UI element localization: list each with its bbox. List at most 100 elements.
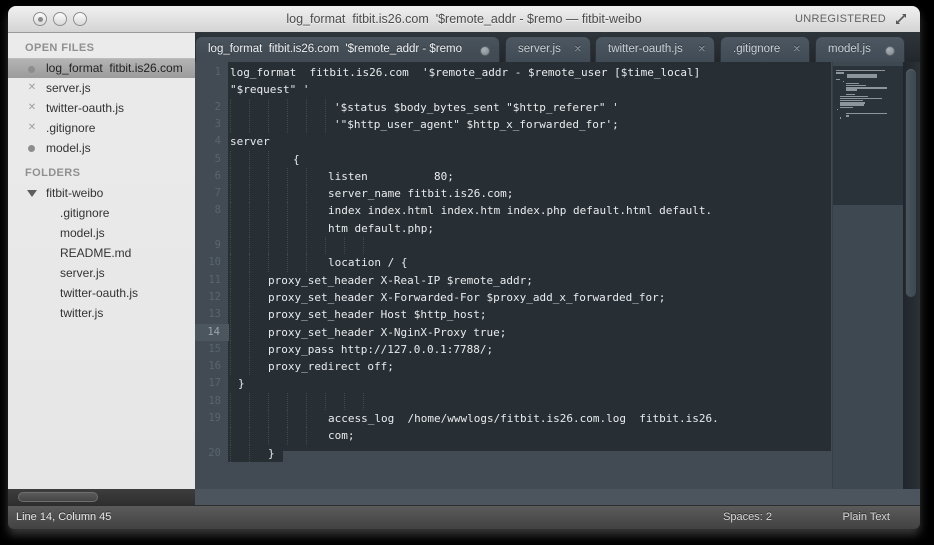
app-window: log_format fitbit.is26.com '$remote_addr…	[8, 6, 920, 529]
folder-file-item[interactable]: twitter.js	[8, 303, 195, 323]
folder-file-item[interactable]: .gitignore	[8, 203, 195, 223]
line-number: 11	[195, 272, 229, 289]
close-button[interactable]	[33, 12, 47, 26]
code-line: "$request" '	[230, 81, 309, 99]
indent-guide	[268, 410, 269, 427]
indent-guide	[287, 116, 288, 133]
close-file-icon[interactable]: ✕	[26, 102, 38, 114]
editor-bottom-strip	[195, 489, 920, 505]
tab[interactable]: model.js	[815, 36, 905, 62]
code-line: proxy_set_header X-Real-IP $remote_addr;	[268, 272, 533, 290]
line-number: 17	[195, 375, 229, 392]
indent-guide	[306, 237, 307, 254]
close-file-icon[interactable]: ✕	[26, 82, 38, 94]
open-file-item[interactable]: log_format fitbit.is26.com	[8, 58, 195, 78]
indent-guide	[287, 99, 288, 116]
indent-guide	[249, 220, 250, 237]
close-tab-icon[interactable]: ✕	[793, 37, 801, 62]
indent-guide	[249, 168, 250, 185]
code-line: server_name fitbit.is26.com;	[328, 185, 513, 203]
indent-guide	[325, 99, 326, 116]
tab-label: server.js	[518, 37, 566, 62]
indent-guide	[230, 237, 231, 254]
indent-guide	[249, 151, 250, 168]
line-number: 9	[195, 237, 229, 254]
indent-guide	[268, 237, 269, 254]
folder-label: fitbit-weibo	[46, 186, 103, 200]
indent-guide	[249, 237, 250, 254]
vertical-scrollbar-thumb[interactable]	[905, 68, 917, 298]
line-number: 8	[195, 202, 229, 219]
close-file-icon[interactable]: ✕	[26, 122, 38, 134]
folder-file-item[interactable]: README.md	[8, 243, 195, 263]
tab-bar: log_format fitbit.is26.com '$remote_addr…	[195, 32, 920, 62]
minimap[interactable]	[832, 62, 903, 489]
folder-file-item[interactable]: model.js	[8, 223, 195, 243]
open-file-item[interactable]: ✕.gitignore	[8, 118, 195, 138]
indent-guide	[287, 168, 288, 185]
indent-guide	[306, 427, 307, 444]
indent-guide	[230, 168, 231, 185]
indent-guide	[268, 151, 269, 168]
tab[interactable]: .gitignore✕	[720, 36, 810, 62]
indent-guide	[363, 393, 364, 410]
code-line: proxy_set_header X-Forwarded-For $proxy_…	[268, 289, 665, 307]
indent-guide	[230, 324, 231, 341]
indent-guide	[325, 237, 326, 254]
line-number: 2	[195, 99, 229, 116]
code-line: proxy_redirect off;	[268, 358, 394, 376]
tab[interactable]: log_format fitbit.is26.com '$remote_addr…	[195, 36, 500, 62]
line-number	[195, 220, 229, 237]
code-line: }	[238, 375, 245, 393]
vertical-scrollbar[interactable]	[903, 62, 920, 489]
sidebar-horizontal-scrollbar[interactable]	[8, 489, 195, 505]
line-number: 4	[195, 133, 229, 150]
minimap-line	[846, 113, 887, 114]
indent-guide	[268, 393, 269, 410]
close-tab-icon[interactable]: ✕	[698, 37, 706, 62]
indent-guide	[249, 427, 250, 444]
sidebar-scrollbar-thumb[interactable]	[18, 492, 98, 502]
indent-guide	[230, 341, 231, 358]
minimize-button[interactable]	[53, 12, 67, 26]
indent-guide	[249, 116, 250, 133]
indent-guide	[306, 410, 307, 427]
open-file-item[interactable]: model.js	[8, 138, 195, 158]
title-bar[interactable]: log_format fitbit.is26.com '$remote_addr…	[8, 6, 920, 33]
folder-item-fitbit-weibo[interactable]: fitbit-weibo	[8, 183, 195, 203]
sidebar: OPEN FILES log_format fitbit.is26.com✕se…	[8, 33, 195, 489]
open-file-item[interactable]: ✕twitter-oauth.js	[8, 98, 195, 118]
code-line: access_log /home/wwwlogs/fitbit.is26.com…	[328, 410, 719, 428]
fullscreen-icon[interactable]	[894, 12, 908, 26]
line-number: 3	[195, 116, 229, 133]
indent-setting[interactable]: Spaces: 2	[723, 506, 772, 529]
disclosure-triangle-icon[interactable]	[27, 190, 37, 197]
code-line: com;	[328, 427, 355, 445]
editor-area[interactable]: 1log_format fitbit.is26.com '$remote_add…	[195, 62, 920, 489]
code-line: listen 80;	[328, 168, 454, 186]
open-file-item[interactable]: ✕server.js	[8, 78, 195, 98]
indent-guide	[230, 185, 231, 202]
indent-guide	[363, 237, 364, 254]
tab-label: twitter-oauth.js	[608, 37, 690, 62]
syntax-setting[interactable]: Plain Text	[843, 506, 891, 529]
tab[interactable]: server.js ✕	[505, 36, 591, 62]
code-line: location / {	[328, 254, 407, 272]
status-bar: Line 14, Column 45 Spaces: 2 Plain Text	[8, 505, 920, 529]
folder-file-item[interactable]: twitter-oauth.js	[8, 283, 195, 303]
indent-guide	[287, 220, 288, 237]
line-number: 18	[195, 393, 229, 410]
code-line: '"$http_user_agent" $http_x_forwarded_fo…	[334, 116, 619, 134]
indent-guide	[230, 116, 231, 133]
indent-guide	[249, 254, 250, 271]
indent-guide	[287, 237, 288, 254]
line-number: 20	[195, 445, 229, 462]
cursor-position[interactable]: Line 14, Column 45	[16, 506, 111, 529]
line-number	[195, 427, 229, 444]
indent-guide	[230, 99, 231, 116]
folder-file-item[interactable]: server.js	[8, 263, 195, 283]
zoom-button[interactable]	[73, 12, 87, 26]
line-number: 15	[195, 341, 229, 358]
tab[interactable]: twitter-oauth.js ✕	[595, 36, 715, 62]
close-tab-icon[interactable]: ✕	[574, 37, 582, 62]
